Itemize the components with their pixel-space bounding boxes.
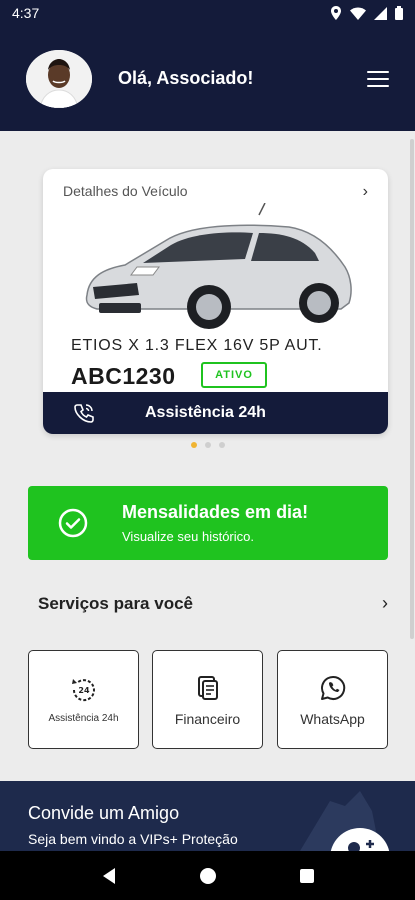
battery-icon	[395, 6, 403, 20]
service-tile-whatsapp[interactable]: WhatsApp	[277, 650, 388, 749]
service-label: WhatsApp	[300, 710, 365, 727]
carousel-indicator	[0, 442, 415, 448]
wifi-icon	[350, 7, 366, 20]
status-badge: ATIVO	[201, 362, 267, 388]
service-label: Assistência 24h	[48, 713, 119, 724]
fees-title: Mensalidades em dia!	[122, 502, 309, 522]
phone-icon	[74, 404, 94, 423]
assistance-label: Assistência 24h	[145, 404, 266, 421]
service-tile-financial[interactable]: Financeiro	[152, 650, 263, 749]
vehicle-card-title: Detalhes do Veículo	[63, 183, 188, 199]
service-label: Financeiro	[174, 710, 241, 727]
vehicle-details-card[interactable]: Detalhes do Veículo › ETIOS X 1.3 FLEX 1…	[43, 169, 388, 434]
avatar[interactable]	[26, 49, 92, 108]
fees-status-card[interactable]: Mensalidades em dia! Visualize seu histó…	[28, 486, 388, 560]
add-friend-button[interactable]	[330, 828, 390, 851]
system-nav-bar	[0, 851, 415, 900]
whatsapp-icon	[320, 675, 345, 700]
fees-subtitle: Visualize seu histórico.	[122, 529, 254, 544]
home-icon[interactable]	[199, 867, 217, 885]
vehicle-model: ETIOS X 1.3 FLEX 16V 5P AUT.	[71, 337, 323, 354]
scrollbar[interactable]	[410, 139, 414, 639]
services-title: Serviços para você	[38, 593, 193, 613]
assistance-24h-icon: 24	[71, 679, 95, 702]
invite-friend-banner[interactable]: Convide um Amigo Seja bem vindo a VIPs+ …	[0, 781, 415, 851]
signal-icon	[374, 6, 387, 20]
vehicle-plate: ABC1230	[71, 363, 176, 389]
carousel-dot[interactable]	[218, 442, 225, 448]
add-person-icon	[348, 840, 374, 851]
back-icon[interactable]	[101, 867, 117, 885]
status-time: 4:37	[12, 5, 40, 21]
document-icon	[197, 675, 218, 700]
avatar-image	[26, 49, 92, 108]
location-icon	[331, 6, 341, 20]
hamburger-menu-icon[interactable]	[367, 70, 389, 87]
invite-subtitle: Seja bem vindo a VIPs+ Proteção	[28, 831, 238, 847]
assistance-24h-button[interactable]: Assistência 24h	[43, 392, 388, 434]
invite-title: Convide um Amigo	[28, 803, 180, 823]
carousel-dot[interactable]	[190, 442, 197, 448]
chevron-right-icon[interactable]: ›	[363, 183, 368, 201]
car-image	[85, 203, 352, 329]
recents-icon[interactable]	[299, 868, 315, 884]
service-tile-assistance[interactable]: 24 Assistência 24h	[28, 650, 139, 749]
services-header[interactable]: Serviços para você ›	[38, 593, 388, 614]
svg-text:24: 24	[78, 686, 90, 695]
check-circle-icon	[58, 508, 88, 538]
status-icons	[330, 6, 403, 20]
app-header: Olá, Associado!	[0, 26, 415, 131]
carousel-dot[interactable]	[204, 442, 211, 448]
chevron-right-icon[interactable]: ›	[382, 593, 388, 614]
status-bar: 4:37	[0, 0, 415, 26]
greeting-text: Olá, Associado!	[118, 68, 254, 88]
